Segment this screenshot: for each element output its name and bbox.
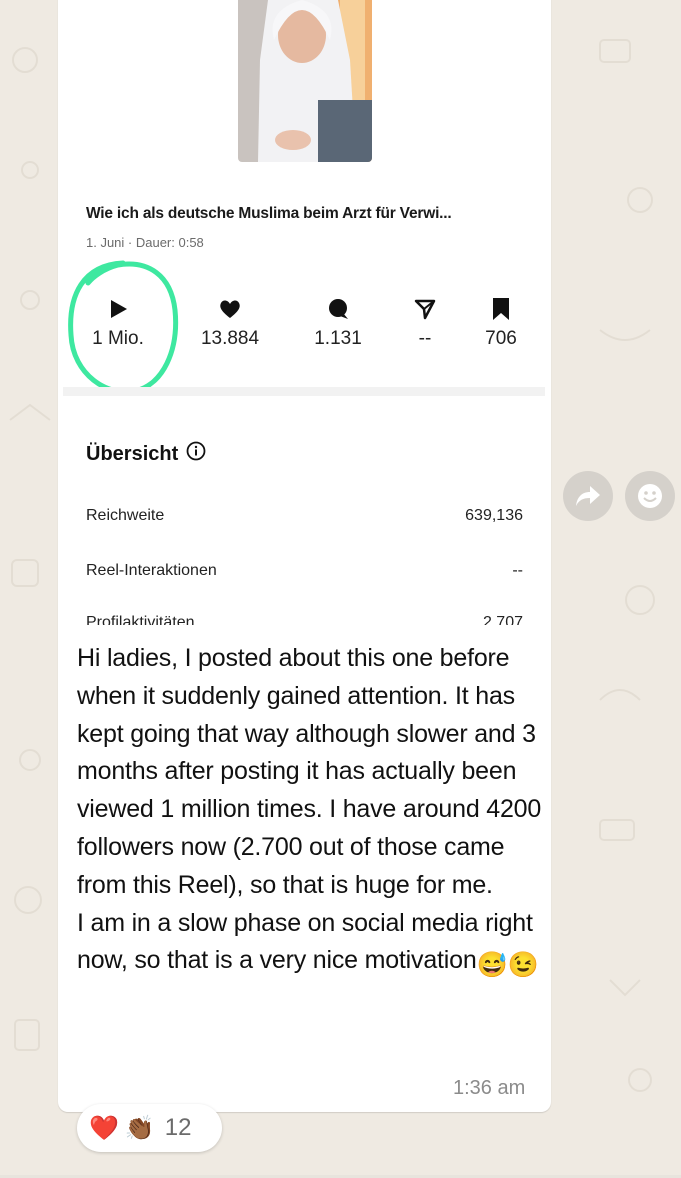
smiley-icon (638, 484, 662, 508)
highlight-circle-annotation (68, 260, 179, 395)
likes-stat: 13.884 (185, 296, 275, 350)
heart-reaction-emoji: ❤️ (89, 1114, 119, 1142)
section-divider (63, 387, 545, 396)
message-timestamp: 1:36 am (453, 1077, 526, 1099)
overview-row-interactions: Reel-Interaktionen -- (86, 562, 523, 580)
row-label: Reel-Interaktionen (86, 562, 217, 579)
message-text: Hi ladies, I posted about this one befor… (77, 640, 547, 985)
reel-meta: 1. Juni · Dauer: 0:58 (86, 235, 204, 250)
overview-heading: Übersicht (86, 441, 206, 467)
reaction-count: 12 (164, 1114, 192, 1141)
comments-stat: 1.131 (293, 296, 383, 350)
message-body: Hi ladies, I posted about this one befor… (77, 644, 542, 975)
reel-thumbnail[interactable] (238, 0, 372, 162)
sweat-smile-emoji: 😅 (476, 951, 508, 980)
bookmark-icon (456, 296, 545, 322)
overview-row-reach: Reichweite 639,136 (86, 507, 523, 525)
saves-stat: 706 (456, 296, 545, 350)
react-button[interactable] (625, 471, 675, 521)
saves-value: 706 (485, 328, 517, 349)
reactions-pill[interactable]: ❤️ 👏🏾 12 (77, 1104, 222, 1152)
forward-icon (576, 486, 600, 506)
info-icon[interactable] (186, 441, 206, 467)
overview-title: Übersicht (86, 442, 179, 465)
row-label: Profilaktivitäten (86, 614, 195, 625)
attached-screenshot[interactable]: Wie ich als deutsche Muslima beim Arzt f… (63, 0, 545, 625)
likes-value: 13.884 (200, 328, 260, 349)
row-value: 639,136 (465, 507, 523, 524)
overview-row-profile-activity: Profilaktivitäten 2.707 (86, 614, 523, 625)
comment-icon (293, 296, 383, 322)
reel-title[interactable]: Wie ich als deutsche Muslima beim Arzt f… (86, 205, 536, 223)
clap-reaction-emoji: 👏🏾 (124, 1114, 155, 1142)
heart-icon (185, 296, 275, 322)
forward-button[interactable] (563, 471, 613, 521)
wink-emoji: 😉 (507, 951, 539, 980)
row-label: Reichweite (86, 507, 165, 524)
row-value: -- (512, 562, 523, 579)
row-value: 2.707 (482, 614, 523, 625)
comments-value: 1.131 (314, 328, 362, 349)
